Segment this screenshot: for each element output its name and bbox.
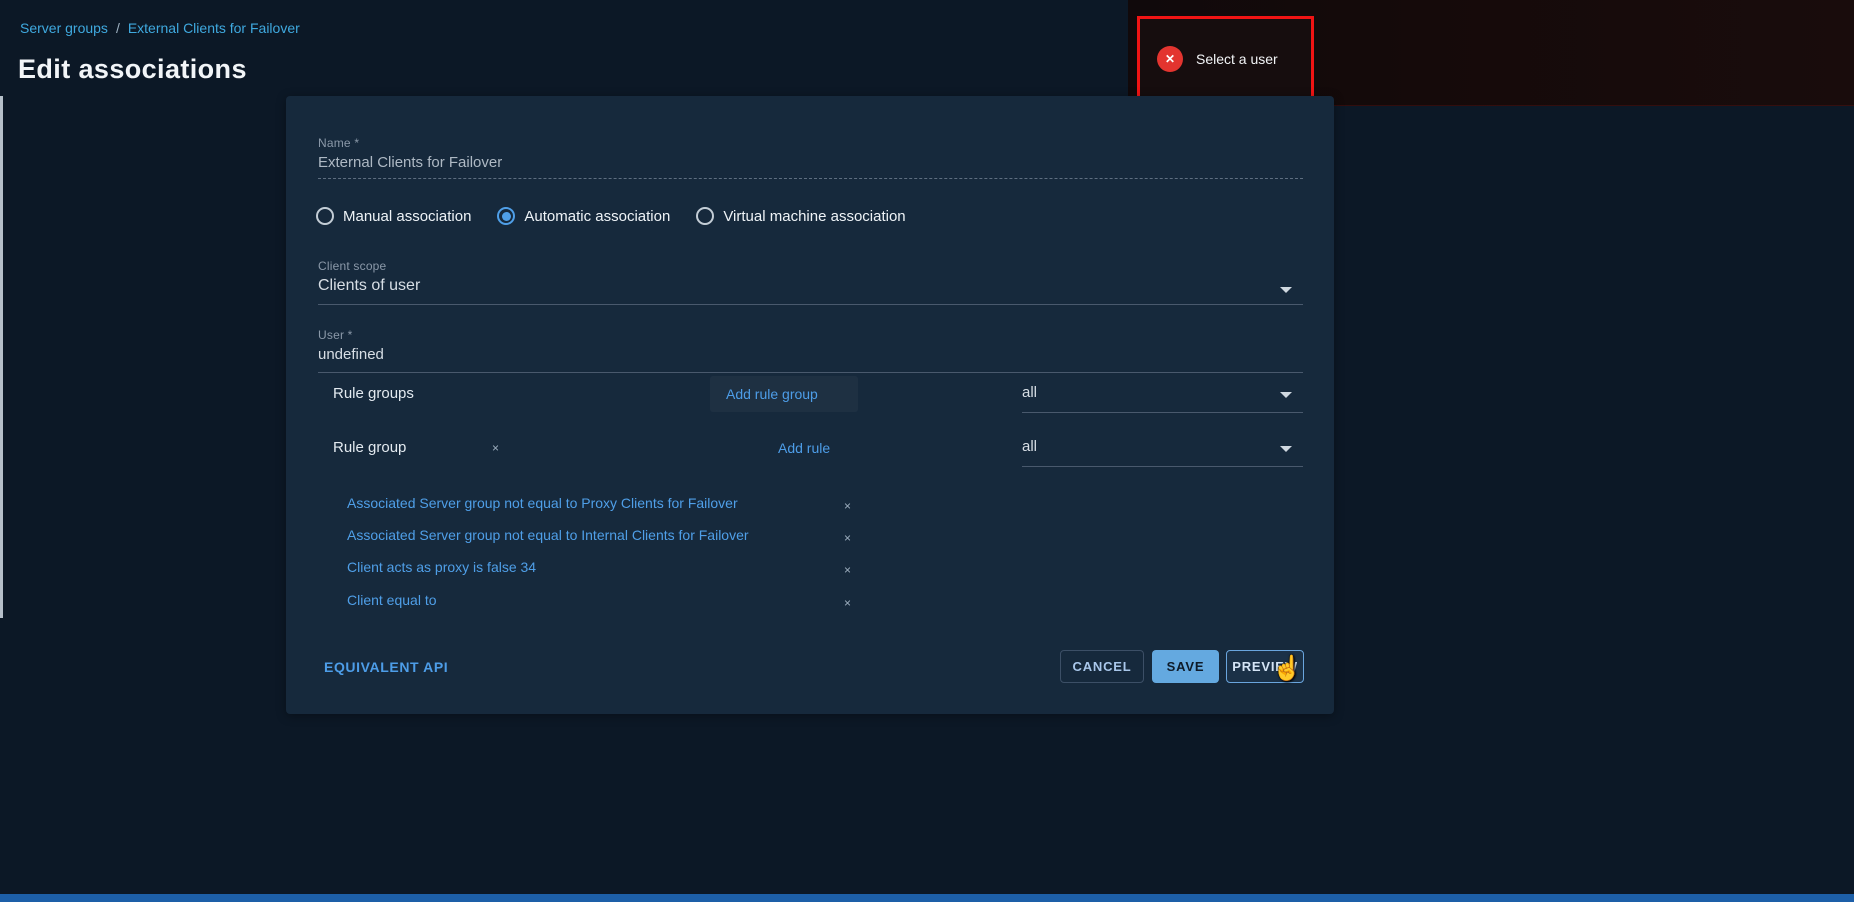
rule-link[interactable]: Client equal to <box>347 592 437 608</box>
user-underline <box>318 372 1303 373</box>
edit-associations-form: Name * External Clients for Failover Man… <box>286 96 1334 714</box>
breadcrumb-separator: / <box>115 20 120 36</box>
radio-label: Manual association <box>343 207 472 225</box>
rule-groups-match-select[interactable]: all <box>1022 384 1037 401</box>
error-icon: ✕ <box>1157 46 1183 72</box>
remove-rule-icon[interactable]: × <box>844 500 851 512</box>
client-scope-underline <box>318 304 1303 305</box>
name-label: Name * <box>318 136 360 150</box>
user-label: User * <box>318 328 353 342</box>
name-underline <box>318 178 1303 179</box>
rule-group-match-underline <box>1022 466 1303 467</box>
add-rule-button[interactable]: Add rule <box>778 440 830 456</box>
radio-virtual-machine-association[interactable]: Virtual machine association <box>696 207 906 225</box>
screen: Server groups / External Clients for Failo… <box>0 0 1854 902</box>
toast-message: Select a user <box>1196 51 1278 67</box>
radio-automatic-association[interactable]: Automatic association <box>497 207 670 225</box>
bottom-accent-bar <box>0 894 1854 902</box>
remove-rule-icon[interactable]: × <box>844 532 851 544</box>
remove-rule-icon[interactable]: × <box>844 564 851 576</box>
cancel-button[interactable]: CANCEL <box>1060 650 1144 683</box>
client-scope-label: Client scope <box>318 259 387 273</box>
equivalent-api-link[interactable]: EQUIVALENT API <box>324 659 448 675</box>
rule-link[interactable]: Associated Server group not equal to Pro… <box>347 495 738 511</box>
rule-link[interactable]: Client acts as proxy is false 34 <box>347 559 536 575</box>
remove-rule-icon[interactable]: × <box>844 597 851 609</box>
radio-manual-association[interactable]: Manual association <box>316 207 471 225</box>
chevron-down-icon[interactable] <box>1280 392 1292 398</box>
chevron-down-icon[interactable] <box>1280 287 1292 293</box>
left-scroll-strip <box>0 96 3 618</box>
radio-button-icon <box>316 207 334 225</box>
rule-groups-match-underline <box>1022 412 1303 413</box>
rule-groups-label: Rule groups <box>333 385 414 402</box>
name-input[interactable]: External Clients for Failover <box>318 154 502 171</box>
radio-label: Virtual machine association <box>723 207 906 225</box>
radio-label: Automatic association <box>524 207 671 225</box>
rule-group-label: Rule group <box>333 439 407 456</box>
rule-link[interactable]: Associated Server group not equal to Int… <box>347 527 749 543</box>
save-button[interactable]: SAVE <box>1152 650 1219 683</box>
user-input[interactable]: undefined <box>318 346 384 363</box>
breadcrumb: Server groups / External Clients for Failo… <box>20 20 300 36</box>
add-rule-group-button[interactable]: Add rule group <box>726 386 818 402</box>
chevron-down-icon[interactable] <box>1280 446 1292 452</box>
remove-rule-group-icon[interactable]: × <box>492 442 499 454</box>
error-x-glyph: ✕ <box>1164 52 1176 66</box>
preview-button[interactable]: PREVIEW <box>1226 650 1304 683</box>
breadcrumb-link-current[interactable]: External Clients for Failover <box>128 20 300 36</box>
breadcrumb-link-server-groups[interactable]: Server groups <box>20 20 108 36</box>
radio-button-icon <box>497 207 516 225</box>
association-type-radio-group: Manual association Automatic association… <box>316 207 906 225</box>
client-scope-select[interactable]: Clients of user <box>318 277 420 295</box>
radio-button-icon <box>696 207 715 225</box>
error-toast: ✕ Select a user <box>1137 16 1314 102</box>
page-title: Edit associations <box>18 54 247 84</box>
rule-group-match-select[interactable]: all <box>1022 438 1037 455</box>
